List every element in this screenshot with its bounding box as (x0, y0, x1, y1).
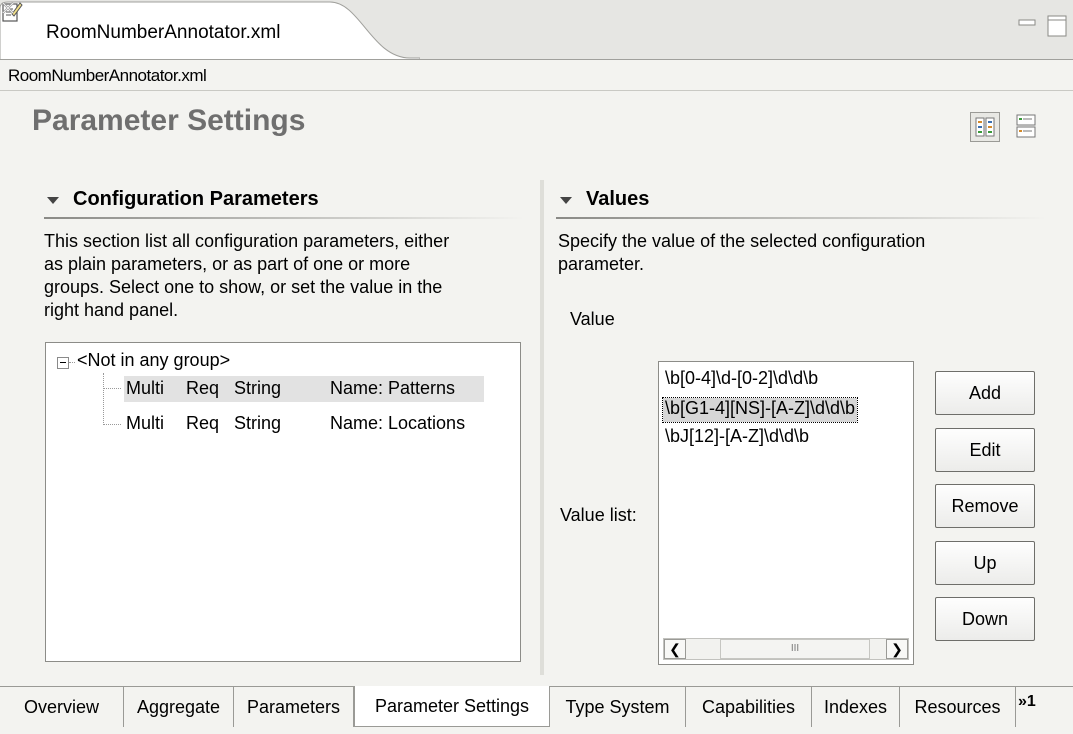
value-list-label: Value list: (560, 505, 637, 525)
config-desc-line: groups. Select one to show, or set the v… (44, 277, 443, 297)
tree-cell-multi: Multi (126, 413, 165, 433)
vertical-layout-icon[interactable] (1012, 112, 1042, 142)
values-section-title[interactable]: Values (586, 188, 649, 211)
tree-cell-name: Name: Patterns (330, 378, 456, 398)
config-desc-line: This section list all configuration para… (44, 231, 450, 251)
more-tabs-button[interactable]: »1 (1018, 693, 1036, 711)
edit-button[interactable]: Edit (935, 428, 1035, 472)
list-item[interactable]: \b[0-4]\d-[0-2]\d\d\b (663, 368, 820, 392)
sash-divider[interactable] (540, 180, 544, 675)
tree-cell-type: String (234, 378, 282, 398)
tree-connector (69, 362, 75, 363)
close-icon[interactable] (0, 0, 16, 16)
section-rule (44, 217, 524, 219)
tab-parameter-settings[interactable]: Parameter Settings (354, 686, 550, 727)
tree-cell-type: String (234, 413, 282, 433)
values-desc-line: parameter. (558, 254, 645, 274)
values-desc-line: Specify the value of the selected config… (558, 231, 926, 251)
scroll-left-icon[interactable]: ❮ (664, 639, 686, 659)
collapse-arrow-icon[interactable] (560, 197, 572, 204)
tree-connector (103, 424, 121, 425)
tree-group-label[interactable]: <Not in any group> (77, 350, 230, 371)
tab-capabilities[interactable]: Capabilities (686, 687, 812, 727)
config-desc-line: as plain parameters, or as part of one o… (44, 254, 411, 274)
tree-connector (103, 388, 121, 389)
tree-cell-req: Req (186, 413, 220, 433)
collapse-arrow-icon[interactable] (47, 197, 59, 204)
remove-button[interactable]: Remove (935, 484, 1035, 528)
up-button[interactable]: Up (935, 541, 1035, 585)
tree-row[interactable]: Multi Req String Name: Locations (124, 411, 484, 437)
tab-parameters[interactable]: Parameters (234, 687, 354, 727)
breadcrumb-label: RoomNumberAnnotator.xml (8, 66, 207, 85)
editor-tab[interactable]: RoomNumberAnnotator.xml (0, 0, 420, 60)
horizontal-scrollbar[interactable]: ❮ III ❯ (663, 638, 909, 660)
editor-tab-title: RoomNumberAnnotator.xml (46, 22, 281, 43)
tree-connector (103, 373, 104, 425)
tab-aggregate[interactable]: Aggregate (124, 687, 234, 727)
tab-overview[interactable]: Overview (0, 687, 124, 727)
tree-expander-icon[interactable] (57, 357, 69, 369)
tab-indexes[interactable]: Indexes (812, 687, 900, 727)
scroll-right-icon[interactable]: ❯ (886, 639, 908, 659)
tree-row[interactable]: Multi Req String Name: Patterns (124, 376, 484, 402)
page-tab-bar: Overview Aggregate Parameters Parameter … (0, 686, 1073, 734)
tree-cell-name: Name: Locations (330, 413, 466, 433)
minimize-icon[interactable] (1018, 18, 1036, 28)
scroll-thumb-grip: III (790, 643, 800, 654)
page-title: Parameter Settings (32, 104, 306, 137)
config-section-title[interactable]: Configuration Parameters (73, 188, 319, 211)
add-button[interactable]: Add (935, 371, 1035, 415)
config-desc-line: right hand panel. (44, 300, 179, 320)
maximize-icon[interactable] (1046, 14, 1068, 38)
parameter-tree[interactable]: <Not in any group> Multi Req String Name… (45, 342, 521, 662)
editor-tab-bar: RoomNumberAnnotator.xml (0, 0, 1073, 60)
list-item[interactable]: \b[G1-4][NS]-[A-Z]\d\d\b (661, 397, 859, 423)
scroll-thumb[interactable]: III (720, 639, 870, 659)
breadcrumb: RoomNumberAnnotator.xml (0, 60, 1073, 91)
section-rule (556, 217, 1046, 219)
down-button[interactable]: Down (935, 597, 1035, 641)
list-item[interactable]: \bJ[12]-[A-Z]\d\d\b (663, 426, 811, 450)
tree-cell-multi: Multi (126, 378, 165, 398)
tab-type-system[interactable]: Type System (550, 687, 686, 727)
horizontal-layout-icon[interactable] (970, 112, 1000, 142)
value-label: Value (570, 309, 615, 329)
tree-cell-req: Req (186, 378, 220, 398)
tab-resources[interactable]: Resources (900, 687, 1016, 727)
value-list[interactable]: \b[0-4]\d-[0-2]\d\d\b \b[G1-4][NS]-[A-Z]… (658, 361, 914, 665)
